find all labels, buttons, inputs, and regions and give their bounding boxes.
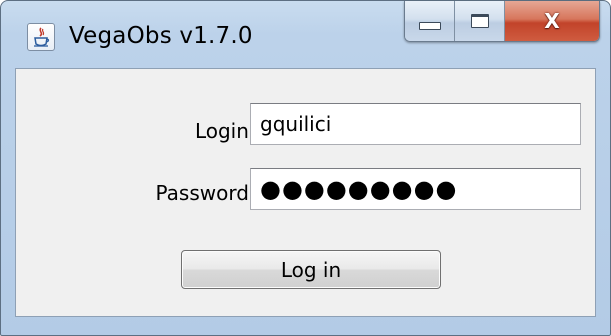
- log-in-button[interactable]: Log in: [181, 250, 441, 289]
- login-value: gquilici: [260, 112, 332, 136]
- window-title: VegaObs v1.7.0: [69, 23, 253, 49]
- minimize-button[interactable]: [405, 1, 455, 41]
- minimize-icon: [418, 22, 441, 30]
- login-window: VegaObs v1.7.0 X Login : gquilici Passwo…: [0, 0, 611, 336]
- window-controls: X: [404, 1, 600, 42]
- login-label: Login :: [194, 119, 262, 143]
- close-button[interactable]: X: [505, 1, 599, 41]
- password-label: Password :: [155, 181, 262, 205]
- login-input[interactable]: gquilici: [250, 103, 581, 145]
- maximize-button[interactable]: [455, 1, 505, 41]
- java-cup-icon[interactable]: [27, 23, 55, 51]
- login-form: Login : gquilici Password : ●●●●●●●●● Lo…: [15, 68, 596, 317]
- password-input[interactable]: ●●●●●●●●●: [250, 168, 581, 210]
- close-icon: X: [544, 9, 560, 33]
- password-mask: ●●●●●●●●●: [260, 175, 458, 203]
- maximize-icon: [470, 14, 489, 28]
- title-bar[interactable]: VegaObs v1.7.0 X: [1, 1, 610, 67]
